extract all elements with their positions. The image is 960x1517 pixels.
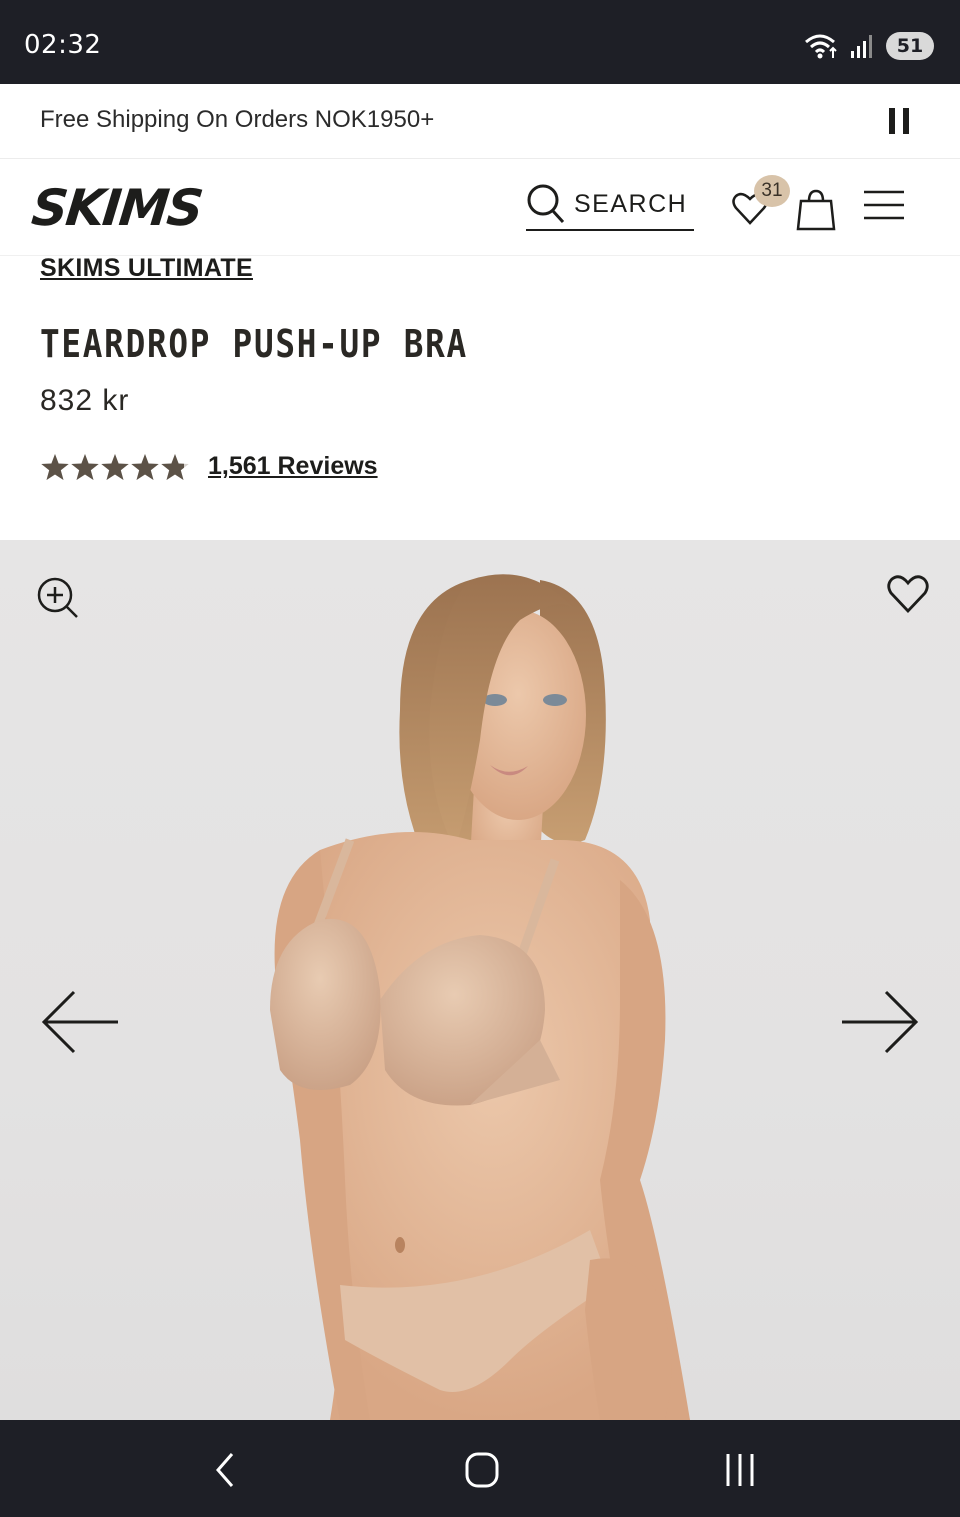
heart-icon[interactable] xyxy=(886,574,930,614)
home-icon[interactable] xyxy=(462,1450,502,1490)
star-icon xyxy=(101,453,129,480)
star-icon xyxy=(161,453,189,480)
arrow-right-icon[interactable] xyxy=(840,990,920,1054)
bag-icon[interactable] xyxy=(796,187,836,231)
status-bar: 02:32 51 xyxy=(0,0,960,84)
menu-icon[interactable] xyxy=(864,189,904,221)
navigation-bar xyxy=(0,1420,960,1517)
collection-link[interactable]: SKIMS ULTIMATE xyxy=(40,254,253,283)
search-label: SEARCH xyxy=(574,189,688,218)
product-price: 832 kr xyxy=(40,384,130,417)
promo-banner: Free Shipping On Orders NOK1950+ xyxy=(0,84,960,159)
search-button[interactable]: SEARCH xyxy=(526,179,694,231)
system-icons: 51 xyxy=(804,30,934,62)
rating-stars xyxy=(40,453,190,481)
star-icon xyxy=(41,453,69,480)
recents-icon[interactable] xyxy=(720,1450,760,1490)
arrow-left-icon[interactable] xyxy=(40,990,120,1054)
pause-icon[interactable] xyxy=(889,108,911,134)
battery-icon: 51 xyxy=(886,32,934,60)
status-time: 02:32 xyxy=(24,30,102,60)
product-gallery xyxy=(0,540,960,1420)
product-photo xyxy=(270,574,690,1420)
zoom-in-icon[interactable] xyxy=(36,576,80,620)
product-title: TEARDROP PUSH-UP BRA xyxy=(40,322,468,366)
signal-icon xyxy=(851,35,872,58)
product-rating: 1,561 Reviews xyxy=(40,452,378,481)
back-icon[interactable] xyxy=(206,1450,246,1490)
promo-text: Free Shipping On Orders NOK1950+ xyxy=(40,106,435,133)
wifi-icon xyxy=(805,34,837,59)
star-icon xyxy=(71,453,99,480)
star-icon xyxy=(131,453,159,480)
site-header: SKIMS SEARCH 31 xyxy=(0,159,960,256)
search-icon xyxy=(527,184,565,224)
wishlist-count-badge: 31 xyxy=(754,175,790,207)
skims-logo[interactable]: SKIMS xyxy=(29,179,204,237)
reviews-link[interactable]: 1,561 Reviews xyxy=(208,452,378,481)
